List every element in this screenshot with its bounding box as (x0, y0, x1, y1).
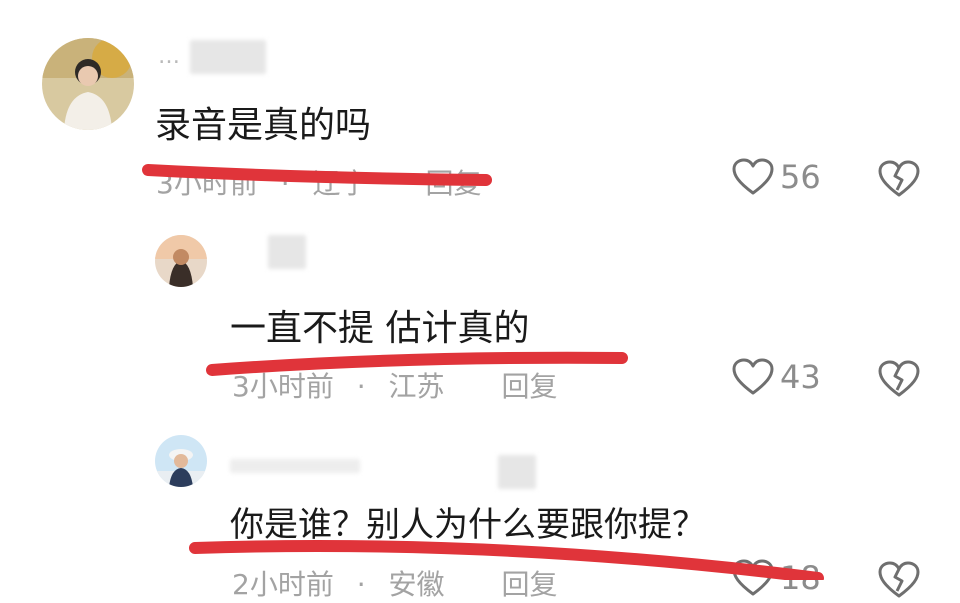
like-count: 56 (780, 158, 821, 196)
username-mosaic (230, 459, 360, 473)
comment-location: 江苏 (388, 370, 445, 403)
comment-location: 安徽 (388, 568, 445, 601)
reply-button[interactable]: 回复 (501, 365, 557, 405)
like-button[interactable]: 18 (732, 559, 821, 597)
heart-outline-icon (732, 358, 774, 395)
username-mosaic (498, 455, 536, 489)
like-count: 43 (780, 358, 821, 396)
username[interactable]: … (158, 44, 182, 69)
comment-meta: 2小时前 · 安徽 回复 (232, 563, 557, 603)
username-mosaic (268, 235, 306, 269)
comment-text: 一直不提 估计真的 (230, 308, 530, 349)
comment-time: 2小时前 (232, 568, 334, 601)
comment-item: 你是谁？别人为什么要跟你提？ 2小时前 · 安徽 回复 18 (0, 415, 960, 601)
broken-heart-icon (878, 561, 920, 598)
broken-heart-icon (878, 160, 920, 197)
comment-meta: 3小时前 · 江苏 回复 (232, 365, 557, 405)
meta-separator: · (356, 568, 366, 601)
dislike-button[interactable] (878, 360, 920, 402)
meta-separator: · (356, 370, 366, 403)
avatar[interactable] (42, 38, 134, 130)
comment-meta: 3小时前 · 辽宁 回复 (156, 162, 481, 202)
broken-heart-icon (878, 360, 920, 397)
dislike-button[interactable] (878, 561, 920, 603)
dislike-button[interactable] (878, 160, 920, 202)
like-count: 18 (780, 559, 821, 597)
comment-time: 3小时前 (156, 167, 258, 200)
comment-text: 你是谁？别人为什么要跟你提？ (230, 505, 706, 545)
avatar[interactable] (155, 435, 207, 487)
like-button[interactable]: 43 (732, 358, 821, 396)
like-button[interactable]: 56 (732, 158, 821, 196)
reply-button[interactable]: 回复 (501, 563, 557, 603)
reply-button[interactable]: 回复 (425, 162, 481, 202)
comment-time: 3小时前 (232, 370, 334, 403)
avatar[interactable] (155, 235, 207, 287)
comment-text: 录音是真的吗 (155, 105, 372, 146)
username-mosaic (190, 40, 266, 74)
comment-location: 辽宁 (312, 167, 369, 200)
meta-separator: · (280, 167, 290, 200)
heart-outline-icon (732, 158, 774, 195)
heart-outline-icon (732, 559, 774, 596)
comment-item: … 录音是真的吗 3小时前 · 辽宁 回复 56 (0, 0, 960, 215)
comment-item: 一直不提 估计真的 3小时前 · 江苏 回复 43 (0, 215, 960, 415)
